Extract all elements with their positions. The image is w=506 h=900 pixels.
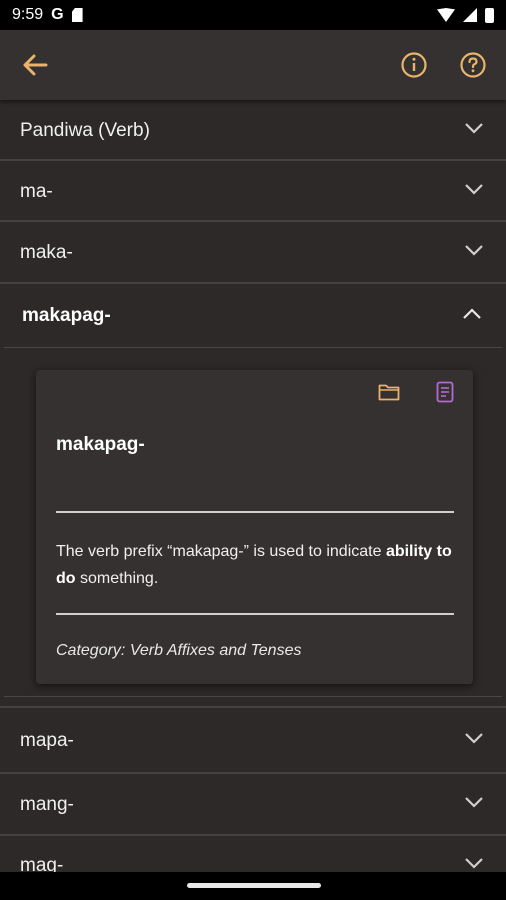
chevron-up-icon bbox=[463, 308, 481, 319]
chevron-down-icon bbox=[465, 123, 483, 134]
desc-text-end: something. bbox=[75, 570, 159, 587]
folder-button[interactable] bbox=[378, 383, 400, 406]
help-icon bbox=[460, 52, 486, 78]
list-item-label: Pandiwa (Verb) bbox=[20, 119, 150, 141]
desc-text: The verb prefix “makapag-” is used to in… bbox=[56, 543, 386, 560]
expanded-item-header[interactable]: makapag- bbox=[4, 284, 502, 348]
list-item[interactable]: mapa- bbox=[0, 710, 506, 771]
system-nav-bar bbox=[0, 872, 506, 900]
list-item-label: maka- bbox=[20, 241, 73, 263]
app-bar bbox=[0, 30, 506, 100]
help-button[interactable] bbox=[459, 51, 487, 84]
divider bbox=[4, 696, 502, 697]
note-button[interactable] bbox=[436, 381, 454, 408]
definition-card: makapag- The verb prefix “makapag-” is u… bbox=[36, 370, 473, 684]
card-divider bbox=[56, 613, 454, 615]
back-button[interactable] bbox=[18, 51, 52, 79]
info-icon bbox=[401, 52, 427, 78]
list-item[interactable]: mag- bbox=[0, 835, 506, 872]
card-description: The verb prefix “makapag-” is used to in… bbox=[56, 538, 454, 592]
google-icon: G bbox=[51, 6, 64, 23]
arrow-back-icon bbox=[23, 54, 48, 76]
status-bar: 9:59 G bbox=[0, 0, 506, 30]
battery-icon bbox=[485, 7, 494, 23]
list-item-label: ma- bbox=[20, 180, 53, 202]
chevron-down-icon bbox=[465, 245, 483, 256]
list-item[interactable]: maka- bbox=[0, 222, 506, 283]
sd-card-icon bbox=[71, 8, 83, 22]
card-title: makapag- bbox=[56, 434, 145, 455]
wifi-icon bbox=[437, 8, 455, 22]
info-button[interactable] bbox=[400, 51, 428, 84]
list-item[interactable]: ma- bbox=[0, 161, 506, 222]
divider bbox=[0, 706, 506, 708]
home-gesture-bar[interactable] bbox=[187, 883, 321, 888]
list-item-label: mapa- bbox=[20, 729, 74, 751]
chevron-down-icon bbox=[465, 184, 483, 195]
card-category: Category: Verb Affixes and Tenses bbox=[56, 642, 302, 659]
status-time: 9:59 bbox=[12, 6, 44, 23]
content-list: Pandiwa (Verb) ma- maka- makapag- makapa… bbox=[0, 100, 506, 872]
folder-icon bbox=[378, 384, 400, 401]
divider bbox=[4, 347, 502, 348]
signal-icon bbox=[463, 8, 477, 22]
list-item-label: mag- bbox=[20, 854, 64, 873]
list-item-label: mang- bbox=[20, 793, 74, 815]
chevron-down-icon bbox=[465, 858, 483, 869]
expanded-item-label: makapag- bbox=[22, 305, 111, 326]
list-item[interactable]: Pandiwa (Verb) bbox=[0, 100, 506, 161]
list-item[interactable]: mang- bbox=[0, 774, 506, 835]
chevron-down-icon bbox=[465, 733, 483, 744]
chevron-down-icon bbox=[465, 797, 483, 808]
note-icon bbox=[436, 381, 454, 403]
card-divider bbox=[56, 511, 454, 513]
